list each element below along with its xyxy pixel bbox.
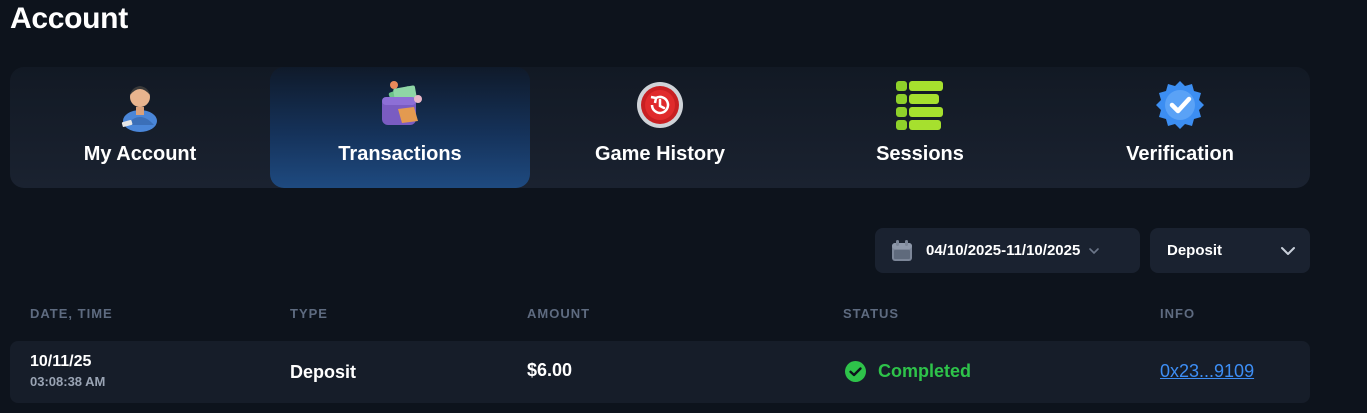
tab-label: My Account [83,143,197,165]
transaction-type-select[interactable]: Deposit [1150,228,1310,273]
tab-label: Game History [594,143,726,165]
history-clock-icon [637,82,683,128]
tab-game-history[interactable]: Game History [530,67,790,188]
status-text: Completed [878,361,972,381]
calendar-icon [892,239,912,261]
wallet-icon [382,81,422,125]
tab-sessions[interactable]: Sessions [790,67,1050,188]
table-row: 10/11/25 03:08:38 AM Deposit $6.00 Compl… [10,341,1310,403]
column-header-date-time: DATE, TIME [30,306,113,321]
chevron-down-icon [1089,247,1100,254]
row-time: 03:08:38 AM [30,374,106,389]
column-header-info: INFO [1160,306,1196,321]
date-range-value: 04/10/2025-11/10/2025 [926,242,1081,259]
chevron-down-icon [1281,246,1295,255]
page-title: Account [10,2,128,35]
tab-label: Transactions [338,143,462,165]
row-type: Deposit [290,362,357,382]
verified-badge-icon [1156,81,1204,129]
row-status: Completed [845,361,971,382]
tab-my-account[interactable]: My Account [10,67,270,188]
tab-label: Verification [1126,143,1234,165]
tab-verification[interactable]: Verification [1050,67,1310,188]
tab-label: Sessions [876,143,964,165]
account-tabs: My Account Transactions Game History Ses… [10,67,1310,188]
row-date: 10/11/25 [30,353,92,370]
list-icon [896,81,943,130]
column-header-amount: AMOUNT [527,306,591,321]
tab-transactions[interactable]: Transactions [270,67,530,188]
transaction-type-value: Deposit [1167,242,1223,259]
transaction-hash-link[interactable]: 0x23...9109 [1160,361,1254,382]
date-range-picker[interactable]: 04/10/2025-11/10/2025 [875,228,1140,273]
column-header-status: STATUS [843,306,900,321]
check-circle-icon [845,361,866,382]
row-amount: $6.00 [527,360,573,380]
user-icon [121,86,157,132]
column-header-type: TYPE [290,306,328,321]
